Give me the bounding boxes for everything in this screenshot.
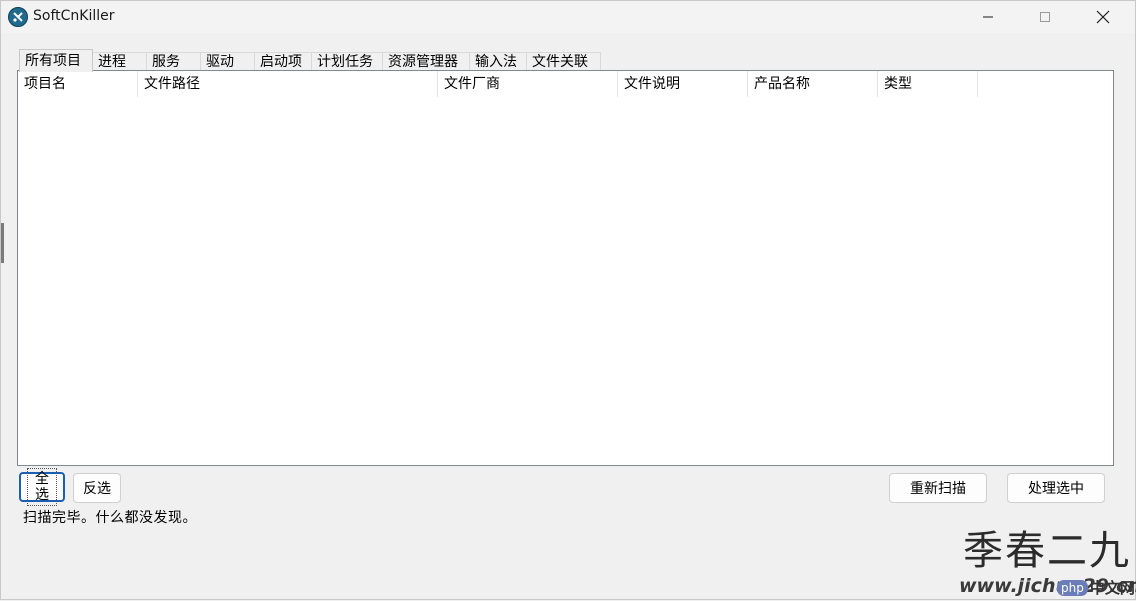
- select-all-button[interactable]: 全选: [19, 468, 65, 506]
- tab-input-method[interactable]: 输入法: [470, 52, 527, 71]
- tab-file-association[interactable]: 文件关联: [527, 52, 601, 71]
- watermark-text: 季春二九: [963, 528, 1131, 574]
- tab-drivers[interactable]: 驱动: [201, 52, 255, 71]
- column-file-description[interactable]: 文件说明: [618, 71, 748, 97]
- tab-scheduled-tasks[interactable]: 计划任务: [312, 52, 383, 71]
- tab-explorer[interactable]: 资源管理器: [383, 52, 470, 71]
- maximize-icon: [1040, 12, 1050, 22]
- background-window-edge: [1, 223, 4, 263]
- cn-badge: 中文网: [1089, 579, 1135, 597]
- php-cn-logo: php 中文网: [1057, 577, 1135, 598]
- status-text: 扫描完毕。什么都没发现。: [23, 510, 197, 526]
- close-icon: [1096, 10, 1110, 24]
- tab-processes[interactable]: 进程: [93, 52, 147, 71]
- app-window: SoftCnKiller 所有项目 进程 服务 驱动 启动项 计划任务 资源管理…: [0, 0, 1136, 600]
- tab-startup[interactable]: 启动项: [255, 52, 312, 71]
- close-button[interactable]: [1074, 1, 1132, 33]
- select-all-label: 全选: [27, 468, 57, 506]
- invert-selection-button[interactable]: 反选: [73, 473, 121, 503]
- column-type[interactable]: 类型: [878, 71, 978, 97]
- watermark: 季春二九 www.jichun29.cn php 中文网: [959, 527, 1136, 601]
- tab-all-items[interactable]: 所有项目: [19, 49, 93, 72]
- tab-services[interactable]: 服务: [147, 52, 201, 71]
- minimize-button[interactable]: [959, 1, 1017, 33]
- rescan-button[interactable]: 重新扫描: [889, 473, 987, 503]
- title-bar[interactable]: SoftCnKiller: [1, 1, 1135, 33]
- window-title: SoftCnKiller: [33, 8, 115, 24]
- process-selected-button[interactable]: 处理选中: [1007, 473, 1105, 503]
- table-header: 项目名 文件路径 文件厂商 文件说明 产品名称 类型: [18, 71, 978, 97]
- maximize-button[interactable]: [1016, 1, 1074, 33]
- results-list[interactable]: 项目名 文件路径 文件厂商 文件说明 产品名称 类型: [17, 70, 1114, 466]
- app-logo-icon: [8, 7, 28, 27]
- column-file-vendor[interactable]: 文件厂商: [438, 71, 618, 97]
- column-product-name[interactable]: 产品名称: [748, 71, 878, 97]
- minimize-icon: [983, 16, 993, 18]
- column-item-name[interactable]: 项目名: [18, 71, 138, 97]
- app-logo-glyph: [13, 12, 23, 22]
- php-badge: php: [1057, 579, 1088, 596]
- column-file-path[interactable]: 文件路径: [138, 71, 438, 97]
